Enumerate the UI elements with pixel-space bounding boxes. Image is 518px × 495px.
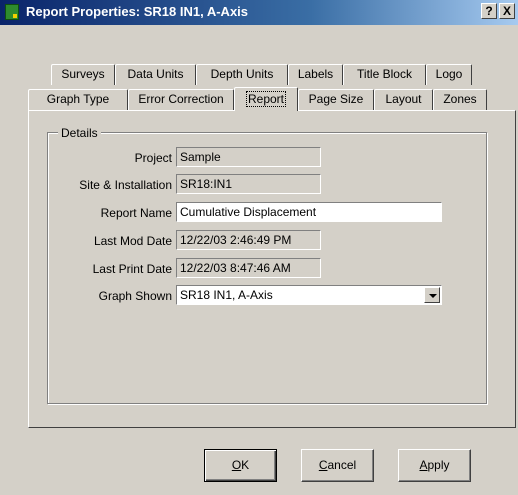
- site-installation-label: Site & Installation: [79, 178, 172, 192]
- last-print-date-label: Last Print Date: [92, 262, 172, 276]
- tab-layout[interactable]: Layout: [374, 89, 433, 110]
- tab-page-size[interactable]: Page Size: [298, 89, 374, 110]
- tab-title-block[interactable]: Title Block: [343, 64, 426, 85]
- tab-zones[interactable]: Zones: [433, 89, 487, 110]
- tab-surveys[interactable]: Surveys: [51, 64, 115, 85]
- last-print-date-field: 12/22/03 8:47:46 AM: [176, 258, 321, 278]
- cancel-button[interactable]: Cancel: [301, 449, 374, 482]
- graph-shown-label: Graph Shown: [98, 289, 172, 303]
- report-name-input[interactable]: Cumulative Displacement: [176, 202, 442, 222]
- report-name-label: Report Name: [100, 206, 172, 220]
- title-bar[interactable]: Report Properties: SR18 IN1, A-Axis ? X: [0, 0, 518, 25]
- tab-depth-units[interactable]: Depth Units: [196, 64, 288, 85]
- project-label: Project: [134, 151, 172, 165]
- report-properties-dialog: Report Properties: SR18 IN1, A-Axis ? X …: [0, 0, 518, 495]
- project-field: Sample: [176, 147, 321, 167]
- tab-graph-type[interactable]: Graph Type: [28, 89, 128, 110]
- site-installation-field: SR18:IN1: [176, 174, 321, 194]
- tab-labels[interactable]: Labels: [288, 64, 343, 85]
- tab-logo[interactable]: Logo: [426, 64, 472, 85]
- window-title: Report Properties: SR18 IN1, A-Axis: [26, 4, 249, 19]
- graph-shown-select[interactable]: SR18 IN1, A-Axis: [176, 285, 442, 305]
- last-mod-date-field: 12/22/03 2:46:49 PM: [176, 230, 321, 250]
- ok-button[interactable]: OK: [204, 449, 277, 482]
- tab-report[interactable]: Report: [234, 87, 298, 111]
- chevron-down-icon[interactable]: [424, 287, 440, 303]
- app-icon: [5, 4, 19, 20]
- tab-error-correction[interactable]: Error Correction: [128, 89, 234, 110]
- graph-shown-value: SR18 IN1, A-Axis: [180, 288, 273, 302]
- details-group-label: Details: [58, 126, 101, 140]
- last-mod-date-label: Last Mod Date: [93, 234, 172, 248]
- close-button[interactable]: X: [499, 3, 515, 19]
- apply-button[interactable]: Apply: [398, 449, 471, 482]
- help-button[interactable]: ?: [481, 3, 497, 19]
- tab-data-units[interactable]: Data Units: [115, 64, 196, 85]
